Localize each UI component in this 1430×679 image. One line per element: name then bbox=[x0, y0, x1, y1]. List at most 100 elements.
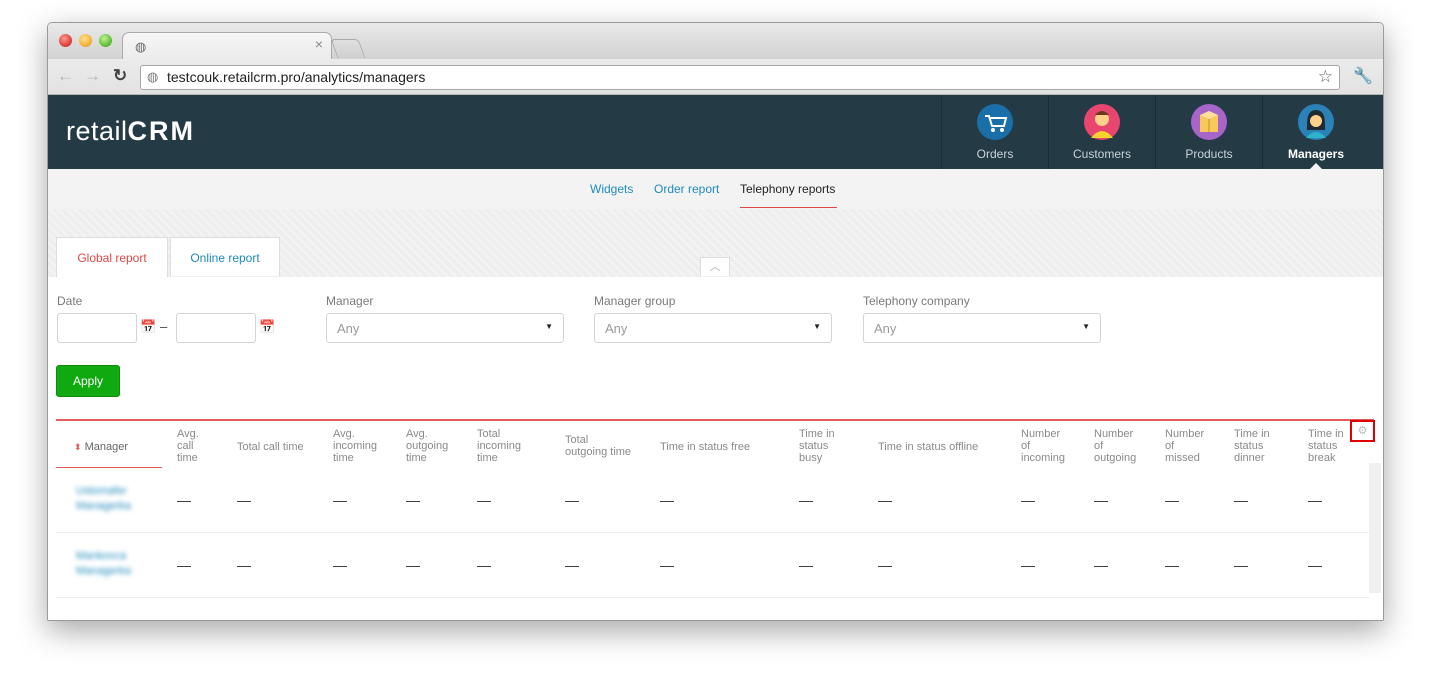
column-header-time-status-free[interactable]: Time in status free bbox=[660, 441, 750, 453]
column-header-time-status-dinner[interactable]: Time in status dinner bbox=[1234, 428, 1270, 464]
subnav-widgets[interactable]: Widgets bbox=[590, 182, 633, 196]
product-box-icon bbox=[1191, 104, 1227, 140]
cell-value: — bbox=[1021, 557, 1035, 573]
close-window-button[interactable] bbox=[59, 34, 72, 47]
manager-select[interactable]: Any ▼ bbox=[326, 313, 564, 343]
cell-value: — bbox=[799, 557, 813, 573]
nav-orders-label: Orders bbox=[976, 147, 1014, 161]
manager-name-link[interactable]: Ustomafer Managerka bbox=[76, 484, 131, 514]
manager-group-label: Manager group bbox=[594, 294, 676, 308]
telephony-company-label: Telephony company bbox=[863, 294, 970, 308]
cell-value: — bbox=[1234, 557, 1248, 573]
column-header-number-missed[interactable]: Number of missed bbox=[1165, 428, 1204, 464]
tab-online-report[interactable]: Online report bbox=[170, 237, 280, 276]
nav-managers-label: Managers bbox=[1287, 147, 1345, 161]
table-settings-gear-icon[interactable]: ⚙ bbox=[1350, 420, 1375, 442]
column-header-time-status-break[interactable]: Time in status break bbox=[1308, 428, 1344, 464]
subnav-order-report[interactable]: Order report bbox=[654, 182, 719, 196]
column-header-number-outgoing[interactable]: Number of outgoing bbox=[1094, 428, 1136, 464]
address-bar[interactable]: ◍ testcouk.retailcrm.pro/analytics/manag… bbox=[140, 65, 1340, 90]
cell-value: — bbox=[565, 492, 579, 508]
column-header-manager[interactable]: ⬍ Manager bbox=[74, 441, 128, 453]
globe-icon: ◍ bbox=[135, 39, 147, 54]
browser-tab[interactable]: ◍ × bbox=[122, 32, 332, 60]
subnav-telephony-reports[interactable]: Telephony reports bbox=[740, 182, 835, 196]
manager-select-value: Any bbox=[337, 321, 360, 336]
calendar-icon[interactable]: 📅 bbox=[259, 319, 275, 335]
manager-name-link[interactable]: Mankovca Managerka bbox=[76, 549, 131, 579]
browser-toolbar: ← → ↻ ◍ testcouk.retailcrm.pro/analytics… bbox=[48, 59, 1383, 95]
column-header-manager-label: Manager bbox=[84, 441, 129, 453]
logo-brand: CRM bbox=[127, 116, 196, 146]
calendar-icon[interactable]: 📅 bbox=[140, 319, 156, 335]
nav-customers[interactable]: Customers bbox=[1048, 95, 1155, 169]
back-arrow-icon[interactable]: ← bbox=[57, 66, 74, 86]
cell-value: — bbox=[1094, 492, 1108, 508]
nav-customers-label: Customers bbox=[1072, 147, 1131, 161]
column-header-avg-call-time[interactable]: Avg. call time bbox=[177, 428, 199, 464]
manager-label: Manager bbox=[326, 294, 374, 308]
browser-window: ◍ × ← → ↻ ◍ testcouk.retailcrm.pro/analy… bbox=[47, 22, 1384, 621]
dropdown-arrow-icon: ▼ bbox=[813, 322, 821, 331]
nav-products[interactable]: Products bbox=[1155, 95, 1262, 169]
date-from-input[interactable] bbox=[57, 313, 137, 343]
column-header-time-status-offline[interactable]: Time in status offline bbox=[878, 441, 978, 453]
cart-icon bbox=[977, 104, 1013, 140]
app-header: retailCRM Orders Customers Products Mana… bbox=[48, 95, 1383, 169]
column-header-avg-incoming-time[interactable]: Avg. incoming time bbox=[333, 428, 377, 464]
cell-value: — bbox=[660, 492, 674, 508]
bookmark-star-icon[interactable]: ☆ bbox=[1318, 67, 1333, 87]
column-header-number-incoming[interactable]: Number of incoming bbox=[1021, 428, 1065, 464]
table-row: Ustomafer Managerka — — — — — — — — — — … bbox=[56, 468, 1369, 533]
zoom-window-button[interactable] bbox=[99, 34, 112, 47]
manager-group-select-value: Any bbox=[605, 321, 628, 336]
column-header-total-call-time[interactable]: Total call time bbox=[237, 441, 304, 453]
manager-group-select[interactable]: Any ▼ bbox=[594, 313, 832, 343]
cell-value: — bbox=[333, 557, 347, 573]
reload-icon[interactable]: ↻ bbox=[113, 66, 127, 86]
logo-prefix: retail bbox=[66, 116, 128, 146]
cell-value: — bbox=[406, 557, 420, 573]
cell-value: — bbox=[1021, 492, 1035, 508]
tab-global-report[interactable]: Global report bbox=[56, 237, 168, 278]
active-subnav-underline bbox=[740, 207, 837, 208]
cell-value: — bbox=[565, 557, 579, 573]
cell-value: — bbox=[1094, 557, 1108, 573]
cell-value: — bbox=[1165, 492, 1179, 508]
column-header-total-incoming-time[interactable]: Total incoming time bbox=[477, 428, 521, 464]
table-row: Mankovca Managerka — — — — — — — — — — —… bbox=[56, 533, 1369, 598]
cell-value: — bbox=[1308, 557, 1322, 573]
dropdown-arrow-icon: ▼ bbox=[1082, 322, 1090, 331]
tab-close-icon[interactable]: × bbox=[315, 36, 323, 52]
filter-panel: Date 📅 – 📅 Manager Any ▼ Manager group A… bbox=[48, 277, 1383, 427]
cell-value: — bbox=[660, 557, 674, 573]
column-header-time-status-busy[interactable]: Time in status busy bbox=[799, 428, 835, 464]
cell-value: — bbox=[177, 492, 191, 508]
chevron-up-icon: ︿ bbox=[709, 261, 721, 273]
collapse-filters-button[interactable]: ︿ bbox=[700, 257, 730, 276]
date-to-input[interactable] bbox=[176, 313, 256, 343]
sort-icon: ⬍ bbox=[74, 442, 82, 452]
column-header-avg-outgoing-time[interactable]: Avg. outgoing time bbox=[406, 428, 448, 464]
telephony-company-select[interactable]: Any ▼ bbox=[863, 313, 1101, 343]
customer-avatar-icon bbox=[1084, 104, 1120, 140]
cell-value: — bbox=[799, 492, 813, 508]
minimize-window-button[interactable] bbox=[79, 34, 92, 47]
new-tab-button[interactable] bbox=[330, 39, 366, 58]
cell-value: — bbox=[878, 492, 892, 508]
cell-value: — bbox=[237, 492, 251, 508]
wrench-icon[interactable]: 🔧 bbox=[1353, 66, 1373, 86]
forward-arrow-icon[interactable]: → bbox=[84, 66, 101, 86]
cell-value: — bbox=[477, 492, 491, 508]
nav-managers[interactable]: Managers bbox=[1262, 95, 1369, 169]
nav-orders[interactable]: Orders bbox=[941, 95, 1048, 169]
column-header-total-outgoing-time[interactable]: Total outgoing time bbox=[565, 434, 631, 458]
tab-global-report-label: Global report bbox=[77, 251, 147, 265]
retailcrm-logo[interactable]: retailCRM bbox=[66, 116, 195, 147]
sub-navigation: Widgets Order report Telephony reports bbox=[48, 169, 1383, 210]
table-scroll-track[interactable] bbox=[1369, 463, 1381, 593]
cell-value: — bbox=[1165, 557, 1179, 573]
url-text[interactable]: testcouk.retailcrm.pro/analytics/manager… bbox=[167, 69, 425, 85]
apply-button[interactable]: Apply bbox=[56, 365, 120, 397]
cell-value: — bbox=[406, 492, 420, 508]
